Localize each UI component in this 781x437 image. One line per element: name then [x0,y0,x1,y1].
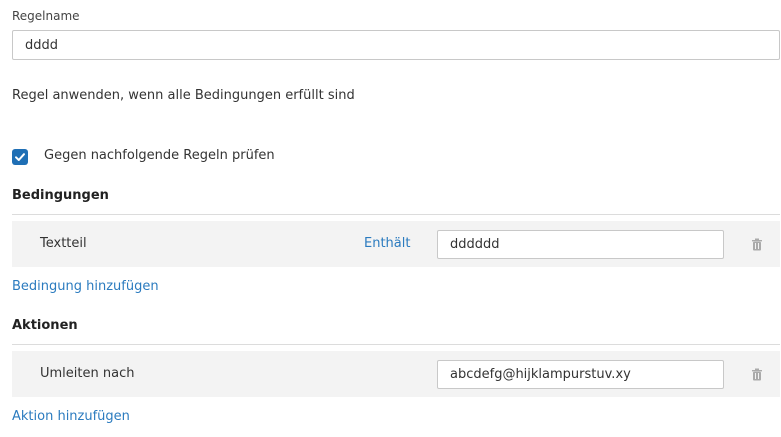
add-action-link[interactable]: Aktion hinzufügen [12,409,130,424]
actions-divider [12,344,780,345]
conditions-divider [12,214,780,215]
condition-value-input[interactable] [437,230,724,259]
action-type[interactable]: Umleiten nach [40,366,134,381]
rule-name-input[interactable] [12,30,780,60]
actions-heading: Aktionen [12,318,78,333]
action-row: Umleiten nach [12,351,780,397]
checkmark-icon [15,153,25,161]
rule-name-label: Regelname [12,9,80,23]
condition-operator[interactable]: Enthält [364,236,410,251]
delete-condition-button[interactable] [750,237,764,251]
condition-row: Textteil Enthält [12,221,780,267]
check-following-rules-checkbox[interactable] [12,149,28,165]
check-following-rules-label[interactable]: Gegen nachfolgende Regeln prüfen [44,148,275,163]
add-condition-link[interactable]: Bedingung hinzufügen [12,279,159,294]
trash-icon [752,368,762,380]
conditions-heading: Bedingungen [12,188,109,203]
trash-icon [752,238,762,250]
apply-condition-text: Regel anwenden, wenn alle Bedingungen er… [12,88,355,103]
action-value-input[interactable] [437,360,724,389]
delete-action-button[interactable] [750,367,764,381]
condition-field[interactable]: Textteil [40,236,87,251]
